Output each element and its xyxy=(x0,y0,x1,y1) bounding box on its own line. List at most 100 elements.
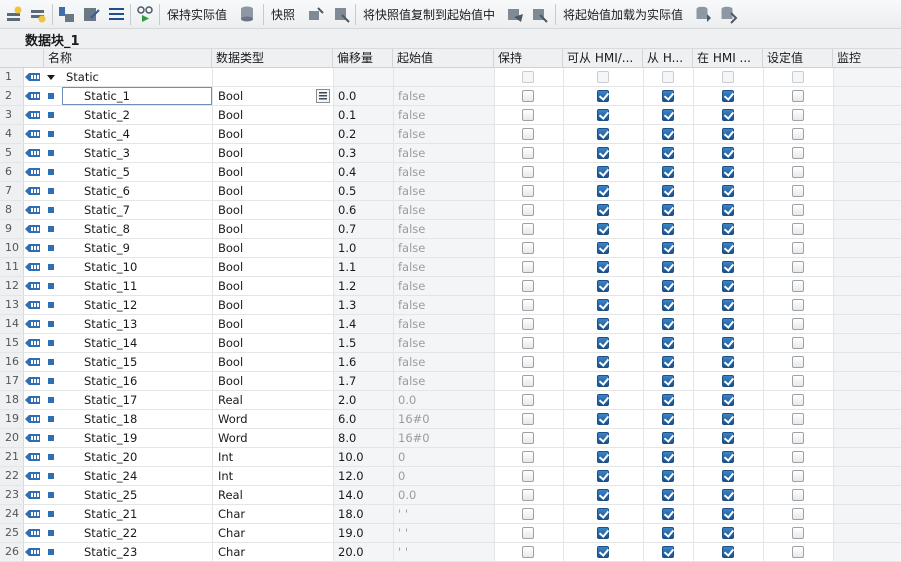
retain-checkbox[interactable] xyxy=(522,470,534,482)
from-hmi-checkbox[interactable] xyxy=(662,356,674,368)
retain-checkbox[interactable] xyxy=(522,318,534,330)
add-row-icon[interactable] xyxy=(29,5,48,24)
in-hmi-checkbox[interactable] xyxy=(722,242,734,254)
datatype-cell[interactable]: Bool xyxy=(212,201,333,219)
setpoint-checkbox[interactable] xyxy=(792,546,804,558)
accessible-hmi-checkbox[interactable] xyxy=(597,451,609,463)
start-value-cell[interactable]: 0.0 xyxy=(393,486,494,504)
in-hmi-checkbox[interactable] xyxy=(722,394,734,406)
start-value-cell[interactable]: false xyxy=(393,220,494,238)
retain-checkbox[interactable] xyxy=(522,432,534,444)
start-value-cell[interactable] xyxy=(393,68,494,86)
from-hmi-checkbox[interactable] xyxy=(662,166,674,178)
in-hmi-checkbox[interactable] xyxy=(722,223,734,235)
setpoint-checkbox[interactable] xyxy=(792,451,804,463)
setpoint-checkbox[interactable] xyxy=(792,356,804,368)
variable-name[interactable]: Static_9 xyxy=(62,239,212,257)
from-hmi-checkbox[interactable] xyxy=(662,527,674,539)
table-row[interactable]: 17 Static_16 Bool 1.7 false xyxy=(0,372,901,391)
accessible-hmi-checkbox[interactable] xyxy=(597,90,609,102)
accessible-hmi-checkbox[interactable] xyxy=(597,546,609,558)
variable-name[interactable]: Static_15 xyxy=(62,353,212,371)
from-hmi-checkbox[interactable] xyxy=(662,109,674,121)
in-hmi-checkbox[interactable] xyxy=(722,356,734,368)
table-row[interactable]: 14 Static_13 Bool 1.4 false xyxy=(0,315,901,334)
datatype-cell[interactable]: Bool xyxy=(212,220,333,238)
variable-name[interactable]: Static_8 xyxy=(62,220,212,238)
table-row[interactable]: 1 Static xyxy=(0,68,901,87)
retain-checkbox[interactable] xyxy=(522,299,534,311)
start-value-cell[interactable]: ' ' xyxy=(393,505,494,523)
retain-checkbox[interactable] xyxy=(522,394,534,406)
start-value-cell[interactable]: false xyxy=(393,201,494,219)
variable-name[interactable]: Static_16 xyxy=(62,372,212,390)
datatype-cell[interactable]: Bool xyxy=(212,334,333,352)
start-value-cell[interactable]: false xyxy=(393,296,494,314)
table-row[interactable]: 11 Static_10 Bool 1.1 false xyxy=(0,258,901,277)
variable-name[interactable]: Static_19 xyxy=(62,429,212,447)
start-value-cell[interactable]: false xyxy=(393,239,494,257)
in-hmi-checkbox[interactable] xyxy=(722,375,734,387)
col-header-setpoint[interactable]: 设定值 xyxy=(763,49,833,68)
start-value-cell[interactable]: false xyxy=(393,372,494,390)
in-hmi-checkbox[interactable] xyxy=(722,508,734,520)
expand-triangle-icon[interactable] xyxy=(44,68,62,86)
from-hmi-checkbox[interactable] xyxy=(662,204,674,216)
from-hmi-checkbox[interactable] xyxy=(662,432,674,444)
in-hmi-checkbox[interactable] xyxy=(722,318,734,330)
setpoint-checkbox[interactable] xyxy=(792,470,804,482)
accessible-hmi-checkbox[interactable] xyxy=(597,375,609,387)
retain-checkbox[interactable] xyxy=(522,242,534,254)
table-row[interactable]: 3 Static_2 Bool 0.1 false xyxy=(0,106,901,125)
accessible-hmi-checkbox[interactable] xyxy=(597,204,609,216)
snapshot-copy-icon[interactable] xyxy=(307,5,326,24)
table-row[interactable]: 6 Static_5 Bool 0.4 false xyxy=(0,163,901,182)
table-row[interactable]: 22 Static_24 Int 12.0 0 xyxy=(0,467,901,486)
col-header-monitor[interactable]: 监控 xyxy=(833,49,901,68)
setpoint-checkbox[interactable] xyxy=(792,261,804,273)
accessible-hmi-checkbox[interactable] xyxy=(597,356,609,368)
variable-name[interactable]: Static_13 xyxy=(62,315,212,333)
accessible-hmi-checkbox[interactable] xyxy=(597,337,609,349)
in-hmi-checkbox[interactable] xyxy=(722,527,734,539)
start-value-cell[interactable]: ' ' xyxy=(393,543,494,561)
table-row[interactable]: 26 Static_23 Char 20.0 ' ' xyxy=(0,543,901,562)
from-hmi-checkbox[interactable] xyxy=(662,280,674,292)
datatype-cell[interactable]: Bool xyxy=(212,353,333,371)
accessible-hmi-checkbox[interactable] xyxy=(597,470,609,482)
accessible-hmi-checkbox[interactable] xyxy=(597,223,609,235)
from-hmi-checkbox[interactable] xyxy=(662,90,674,102)
accessible-hmi-checkbox[interactable] xyxy=(597,394,609,406)
start-value-cell[interactable]: false xyxy=(393,353,494,371)
from-hmi-checkbox[interactable] xyxy=(662,508,674,520)
setpoint-checkbox[interactable] xyxy=(792,394,804,406)
from-hmi-checkbox[interactable] xyxy=(662,71,674,83)
accessible-hmi-checkbox[interactable] xyxy=(597,147,609,159)
datatype-cell[interactable]: Char xyxy=(212,543,333,561)
variable-name[interactable]: Static_24 xyxy=(62,467,212,485)
in-hmi-checkbox[interactable] xyxy=(722,90,734,102)
table-row[interactable]: 7 Static_6 Bool 0.5 false xyxy=(0,182,901,201)
variable-name[interactable]: Static_23 xyxy=(62,543,212,561)
setpoint-checkbox[interactable] xyxy=(792,128,804,140)
setpoint-checkbox[interactable] xyxy=(792,337,804,349)
keep-actual-values-button[interactable]: 保持实际值 xyxy=(167,5,227,24)
start-value-cell[interactable]: false xyxy=(393,315,494,333)
in-hmi-checkbox[interactable] xyxy=(722,470,734,482)
variable-name[interactable]: Static_6 xyxy=(62,182,212,200)
col-header-name[interactable]: 名称 xyxy=(44,49,212,68)
datatype-cell[interactable]: Bool xyxy=(212,258,333,276)
accessible-hmi-checkbox[interactable] xyxy=(597,242,609,254)
accessible-hmi-checkbox[interactable] xyxy=(597,185,609,197)
in-hmi-checkbox[interactable] xyxy=(722,432,734,444)
setpoint-checkbox[interactable] xyxy=(792,166,804,178)
table-row[interactable]: 10 Static_9 Bool 1.0 false xyxy=(0,239,901,258)
table-row[interactable]: 8 Static_7 Bool 0.6 false xyxy=(0,201,901,220)
start-value-cell[interactable]: false xyxy=(393,277,494,295)
accessible-hmi-checkbox[interactable] xyxy=(597,128,609,140)
setpoint-checkbox[interactable] xyxy=(792,318,804,330)
variable-name[interactable]: Static_17 xyxy=(62,391,212,409)
retain-checkbox[interactable] xyxy=(522,280,534,292)
from-hmi-checkbox[interactable] xyxy=(662,337,674,349)
variable-name[interactable]: Static_2 xyxy=(62,106,212,124)
